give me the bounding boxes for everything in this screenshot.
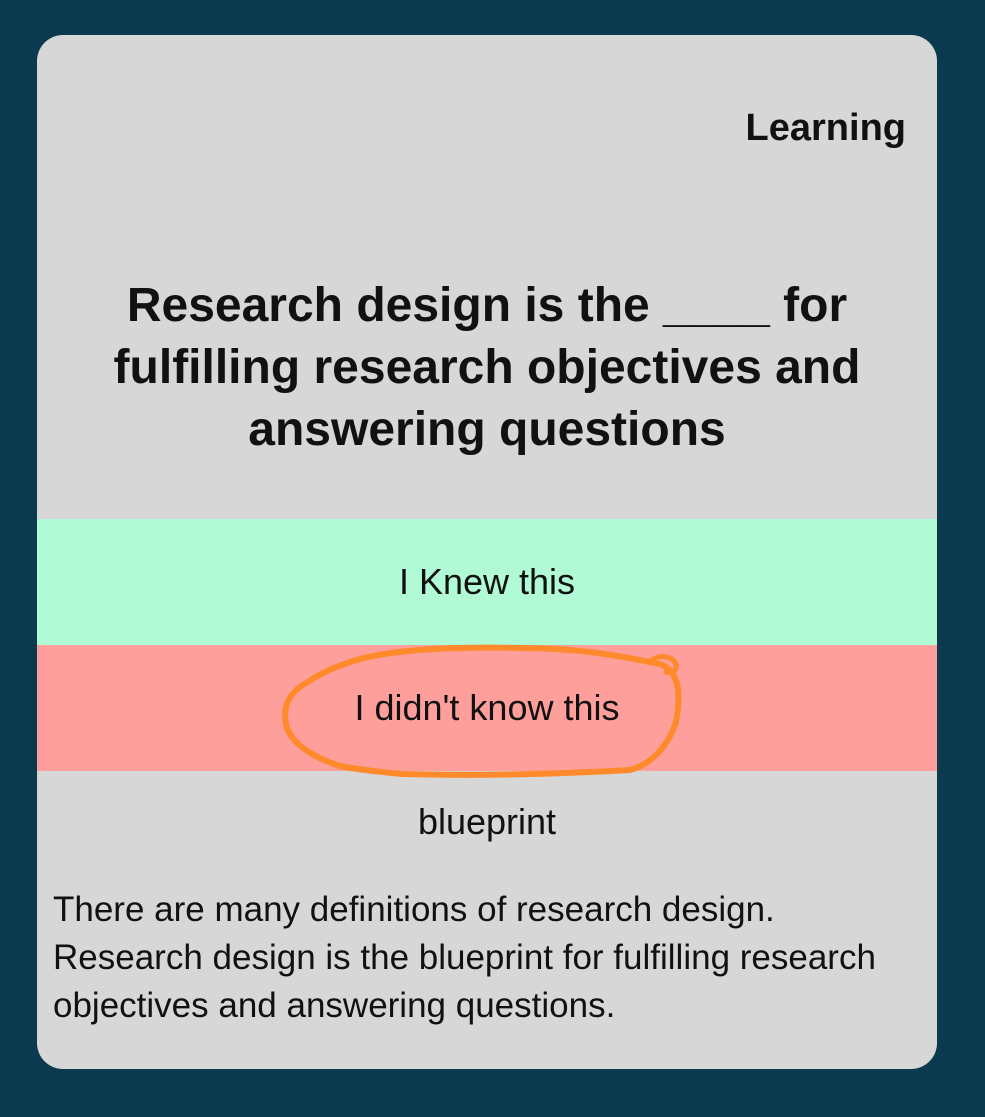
knew-this-label: I Knew this <box>398 561 576 602</box>
mode-label: Learning <box>745 107 906 149</box>
knew-this-button[interactable]: I Knew this <box>37 519 937 645</box>
didnt-know-this-label: I didn't know this <box>354 687 620 728</box>
explanation-text: There are many definitions of research d… <box>53 890 876 1025</box>
answer-word: blueprint <box>417 801 557 842</box>
question-text: Research design is the ____ for fulfilli… <box>113 279 861 456</box>
didnt-know-this-button[interactable]: I didn't know this <box>37 645 937 771</box>
